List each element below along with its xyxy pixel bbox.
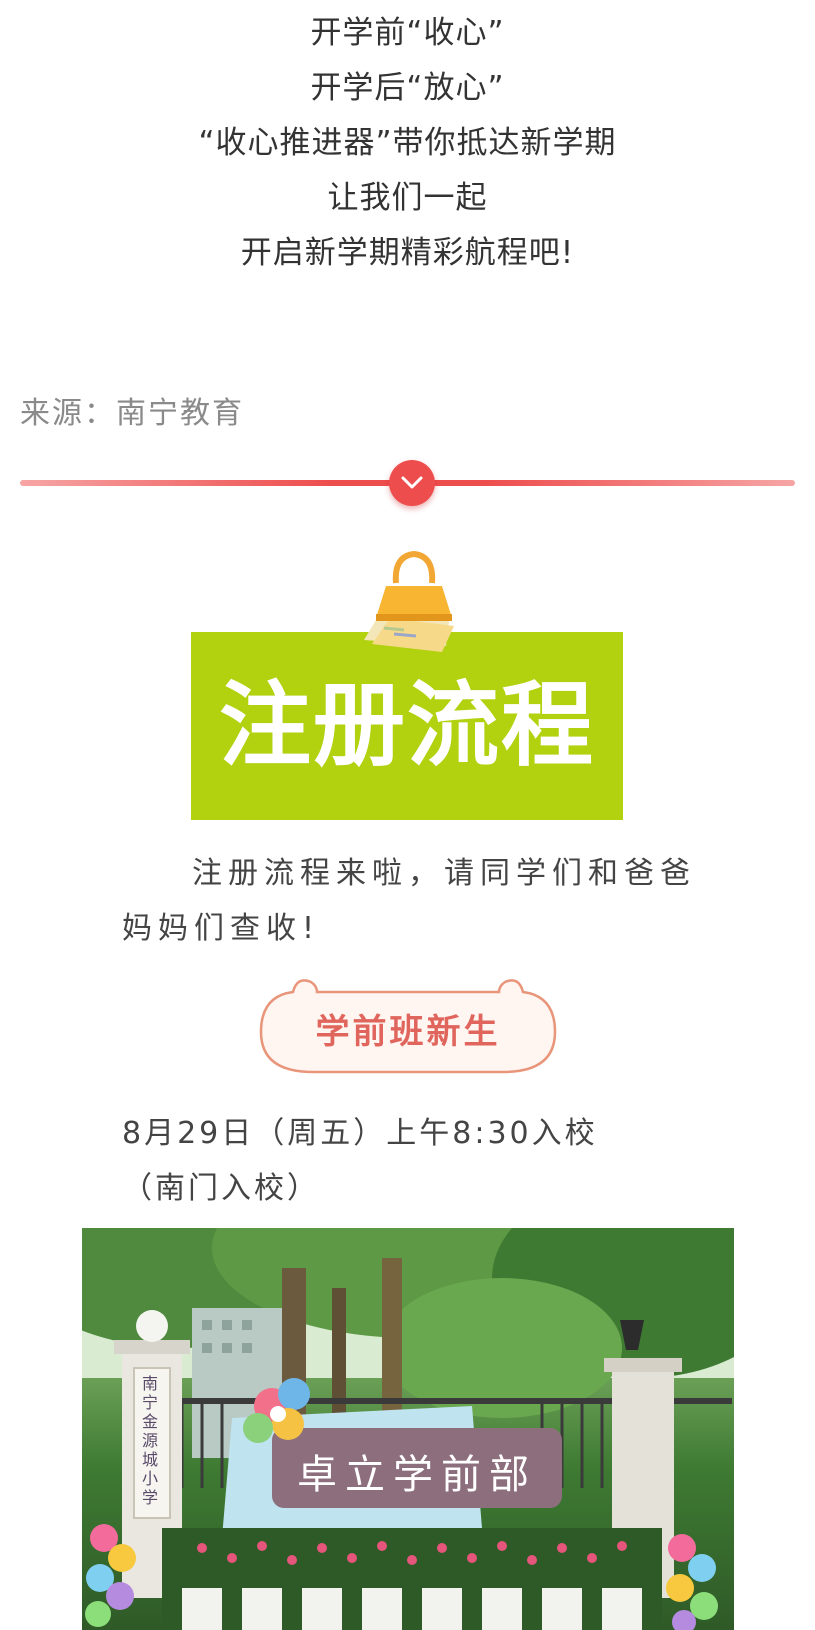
sign-text: 卓立学前部 (297, 1452, 537, 1498)
intro-line: 开学前“收心” (310, 15, 505, 51)
intro-line: 让我们一起 (327, 180, 488, 216)
schedule-entrance: （南门入校） (122, 1171, 320, 1206)
intro-line: 开学后“放心” (310, 70, 505, 106)
pillar-text: 南宁金源城小学 (142, 1374, 159, 1507)
divider-chevron-button[interactable] (389, 460, 435, 506)
intro-line: “收心推进器”带你抵达新学期 (198, 125, 617, 161)
badge-label: 学前班新生 (315, 1012, 501, 1052)
school-entrance-photo: 卓立学前部 南宁金源城小学 (82, 1228, 734, 1630)
binder-clip-icon (364, 548, 464, 653)
section-title: 注册流程 (218, 672, 595, 779)
section-title-banner: 注册流程 (191, 632, 623, 820)
chevron-down-icon (401, 476, 423, 489)
intro-line: 开启新学期精彩航程吧! (240, 235, 575, 271)
schedule-time: 8月29日（周五）上午8:30入校 (122, 1116, 598, 1151)
category-badge: 学前班新生 (253, 972, 563, 1077)
source-label: 来源：南宁教育 (20, 396, 244, 431)
intro-paragraph: 注册流程来啦，请同学们和爸爸妈妈们查收! (122, 856, 696, 946)
intro-text: 开学前“收心” 开学后“放心” “收心推进器”带你抵达新学期 让我们一起 开启新… (0, 6, 815, 281)
